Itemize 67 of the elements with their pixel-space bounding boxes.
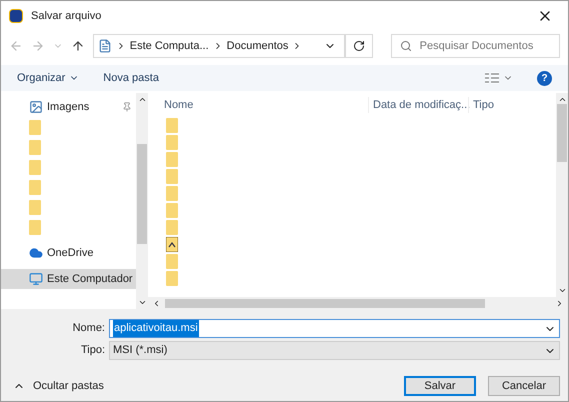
hide-folders-label: Ocultar pastas (33, 378, 104, 394)
folder-icon (166, 220, 178, 235)
breadcrumb[interactable]: Documentos (226, 38, 288, 54)
nav-item[interactable]: OneDrive (1, 243, 136, 263)
breadcrumb[interactable]: Este Computa... (130, 38, 209, 54)
special-folder-icon (166, 237, 178, 252)
nav-label: Imagens (47, 100, 90, 115)
folder-icon (29, 120, 41, 134)
search-field[interactable]: Pesquisar Documentos (390, 34, 560, 58)
organize-button[interactable]: Organizar (17, 70, 80, 86)
folder-icon (29, 220, 41, 234)
folder-icon (166, 271, 178, 286)
folder-icon (29, 200, 41, 214)
scroll-up-icon[interactable] (138, 95, 146, 104)
folder-icon (29, 140, 41, 154)
address-bar[interactable]: Este Computa... Documentos (92, 34, 345, 58)
app-logo-icon (9, 9, 23, 23)
search-icon (400, 40, 412, 52)
folder-icon (166, 203, 178, 218)
column-header[interactable]: Nome (148, 96, 368, 114)
computer-icon (29, 272, 43, 286)
folder-icon (166, 169, 178, 184)
save-button[interactable]: Salvar (404, 376, 476, 396)
selected-text: aplicativoitau.msi (113, 320, 199, 337)
folder-icon (29, 160, 41, 174)
column-header[interactable]: Data de modificaç... (368, 96, 468, 114)
forward-icon[interactable] (30, 39, 45, 53)
document-icon (98, 39, 112, 53)
refresh-button[interactable] (344, 34, 373, 58)
folder-icon (166, 135, 178, 150)
scroll-left-icon[interactable] (152, 298, 161, 308)
details-view-icon (485, 73, 499, 83)
refresh-icon (352, 40, 365, 52)
folder-icon (166, 254, 178, 269)
back-icon[interactable] (9, 39, 23, 53)
nav-item[interactable]: Imagens (1, 97, 136, 117)
help-button[interactable]: ? (537, 70, 552, 86)
folder-icon (29, 180, 41, 194)
scroll-up-icon[interactable] (558, 95, 566, 104)
scroll-right-icon[interactable] (555, 298, 564, 308)
window-title: Salvar arquivo (31, 8, 102, 24)
nav-label: Este Computador (47, 272, 133, 287)
view-options-button[interactable] (485, 73, 513, 83)
scroll-down-icon[interactable] (558, 286, 566, 295)
cancel-button[interactable]: Cancelar (488, 376, 560, 396)
nav-item[interactable]: Este Computador (1, 269, 136, 289)
scrollbar-thumb[interactable] (137, 144, 147, 244)
search-placeholder: Pesquisar Documentos (420, 38, 534, 54)
type-label: Tipo: (80, 343, 105, 358)
up-icon[interactable] (70, 39, 85, 53)
folder-icon (166, 152, 178, 167)
new-folder-button[interactable]: Nova pasta (103, 70, 159, 86)
file-type-dropdown[interactable]: MSI (*.msi) (109, 341, 560, 360)
file-type-value: MSI (*.msi) (113, 343, 168, 358)
hide-folders-button[interactable]: Ocultar pastas (13, 378, 104, 394)
filename-field[interactable]: aplicativoitau.msi (109, 319, 560, 338)
folder-icon (166, 186, 178, 201)
folder-icon (166, 118, 178, 133)
nav-label: OneDrive (47, 246, 94, 261)
scroll-down-icon[interactable] (138, 298, 146, 307)
name-label: Nome: (72, 321, 105, 336)
scrollbar-thumb[interactable] (165, 298, 485, 308)
organize-label: Organizar (17, 70, 66, 86)
scrollbar-thumb[interactable] (557, 104, 567, 162)
pictures-icon (29, 100, 43, 114)
cloud-icon (29, 246, 43, 260)
column-header[interactable]: Tipo (468, 96, 494, 114)
